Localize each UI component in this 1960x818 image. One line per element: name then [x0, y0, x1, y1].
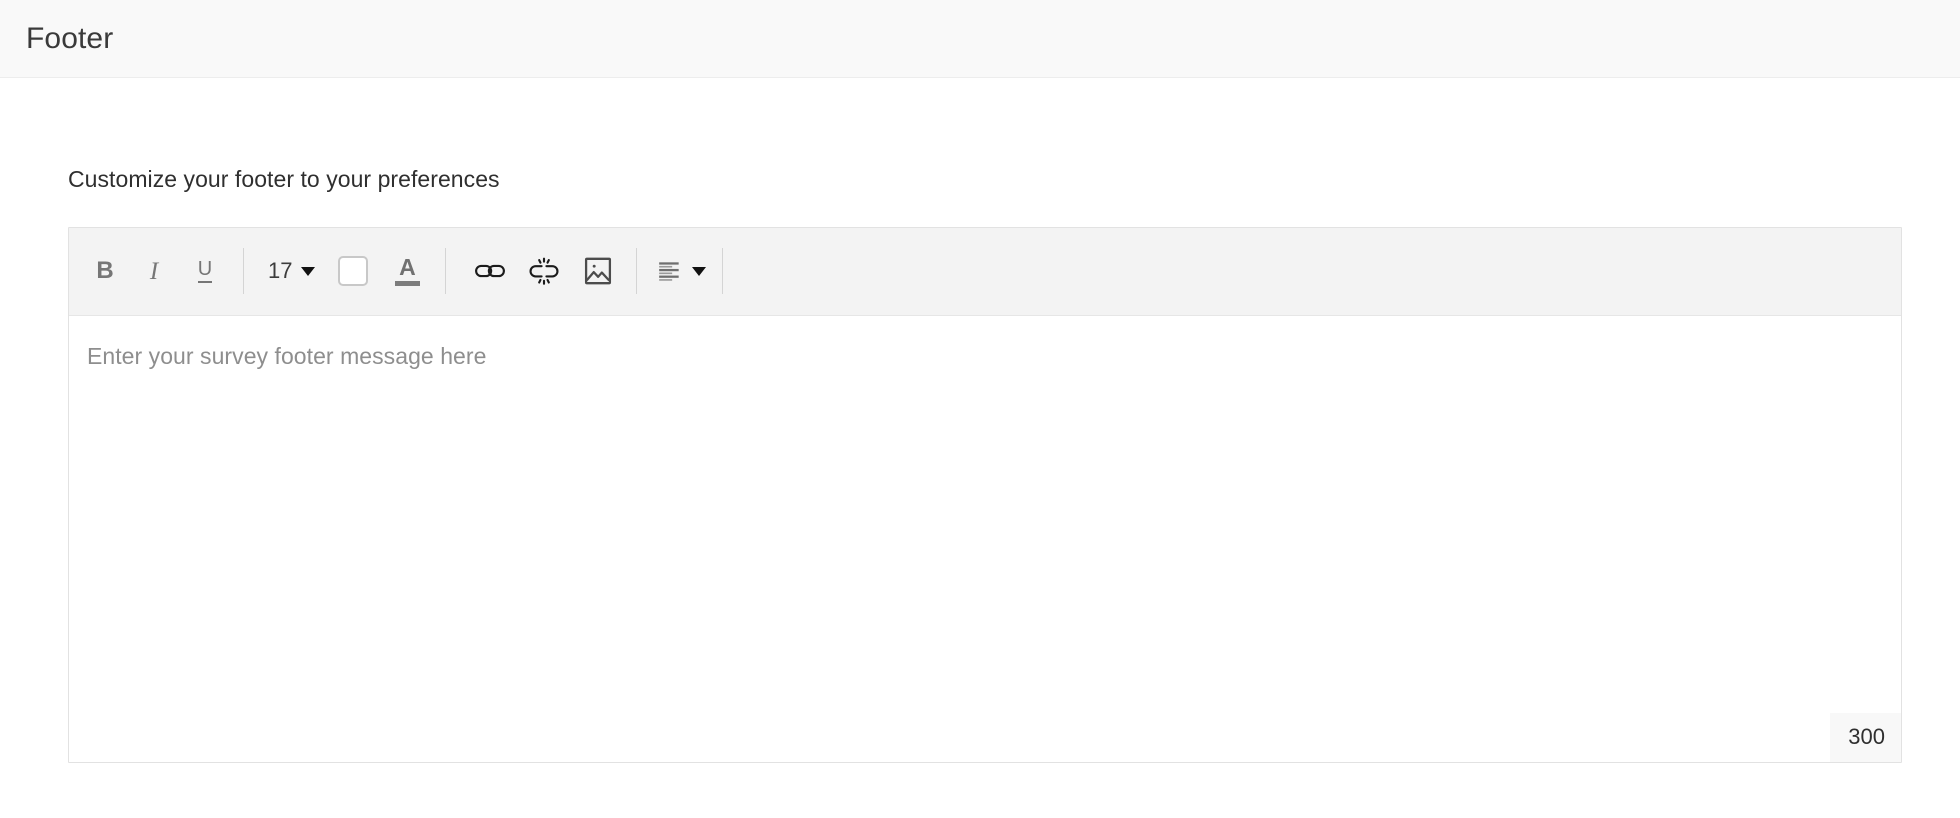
- chevron-down-icon: [692, 266, 707, 276]
- font-color-bar: [394, 280, 420, 286]
- footer-message-placeholder: Enter your survey footer message here: [87, 342, 487, 369]
- toolbar-separator-1: [243, 248, 244, 295]
- insert-image-button[interactable]: [576, 249, 620, 293]
- image-icon: [585, 257, 612, 285]
- toolbar-separator-2: [445, 248, 447, 295]
- unlink-icon: [530, 257, 559, 285]
- footer-rich-text-editor: B I U 17 A Enter your survey footer mess…: [68, 226, 1902, 763]
- italic-button[interactable]: I: [133, 249, 177, 293]
- insert-link-button[interactable]: [468, 249, 512, 293]
- section-title: Customize your footer to your preference…: [68, 166, 500, 192]
- italic-icon: I: [149, 257, 159, 285]
- bold-button[interactable]: B: [83, 249, 127, 293]
- character-counter: 300: [1830, 712, 1901, 762]
- underline-button[interactable]: U: [183, 249, 227, 293]
- footer-message-input[interactable]: Enter your survey footer message here 30…: [69, 315, 1901, 762]
- page-body: Customize your footer to your preference…: [0, 166, 1960, 763]
- toolbar-separator-3: [636, 248, 638, 295]
- toolbar-separator-4: [722, 248, 724, 295]
- font-color-icon: A: [394, 253, 420, 286]
- font-color-button[interactable]: A: [385, 249, 429, 293]
- remove-link-button[interactable]: [522, 249, 566, 293]
- bold-icon: B: [96, 257, 114, 285]
- font-color-letter: A: [399, 253, 416, 280]
- text-align-select[interactable]: [653, 249, 707, 293]
- background-color-swatch-icon: [338, 256, 369, 287]
- background-color-button[interactable]: [331, 249, 375, 293]
- underline-icon: U: [197, 259, 213, 284]
- font-size-select[interactable]: 17: [260, 249, 321, 293]
- font-size-value: 17: [268, 258, 293, 284]
- chevron-down-icon: [301, 266, 316, 276]
- page-title: Footer: [26, 21, 114, 55]
- page-header: Footer: [0, 0, 1960, 78]
- align-left-icon: [659, 262, 680, 281]
- editor-toolbar: B I U 17 A: [69, 227, 1901, 316]
- link-icon: [475, 264, 506, 278]
